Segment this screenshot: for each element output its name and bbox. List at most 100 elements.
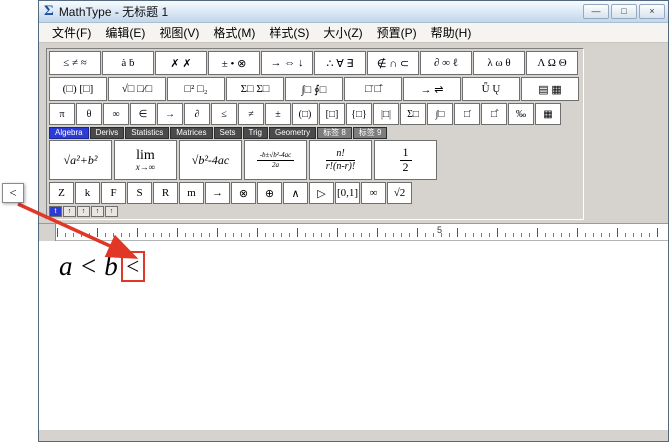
toolbar-tab[interactable]: Geometry	[269, 127, 316, 139]
template-button-discriminant[interactable]: √b²-4ac	[179, 140, 242, 180]
template-button-sqrt-sum[interactable]: √a²+b²	[49, 140, 112, 180]
palette-button[interactable]: ∉ ∩ ⊂	[367, 51, 419, 75]
symbol-button[interactable]: →	[205, 182, 230, 204]
template-button-quadratic-formula[interactable]: -b±√b²-4ac 2a	[244, 140, 307, 180]
toolbar-tab[interactable]: Statistics	[125, 127, 169, 139]
template-button-one-half[interactable]: 1 2	[374, 140, 437, 180]
symbol-button[interactable]: ±	[265, 103, 291, 125]
template-label: √b²-4ac	[192, 153, 230, 168]
symbol-button[interactable]: Σ□	[400, 103, 426, 125]
ruler-origin-box[interactable]	[39, 224, 56, 241]
template-palette-row: (□) [□]√□ □⁄□□² □₂Σ□ Σ□∫□ ∮□□̄ □̂→ ⇌Ǖ Ų▤…	[49, 77, 581, 101]
small-nav-button[interactable]: ↑	[63, 206, 76, 217]
toolbar-tab[interactable]: Sets	[214, 127, 242, 139]
palette-button[interactable]: ∂ ∞ ℓ	[420, 51, 472, 75]
mathtype-logo-icon: Σ	[44, 4, 54, 19]
palette-button[interactable]: ∫□ ∮□	[285, 77, 343, 101]
symbol-button[interactable]: ∫□	[427, 103, 453, 125]
template-button-limit[interactable]: lim x→∞	[114, 140, 177, 180]
toolbar-tab[interactable]: 标签 9	[353, 127, 388, 139]
palette-button[interactable]: ± • ⊗	[208, 51, 260, 75]
equation-editing-area[interactable]: a < b <	[39, 241, 668, 429]
menu-item[interactable]: 预置(P)	[370, 22, 424, 43]
palette-button[interactable]: → ⇌	[403, 77, 461, 101]
symbol-button[interactable]: [0,1]	[335, 182, 360, 204]
symbol-button[interactable]: ≠	[238, 103, 264, 125]
small-nav-button[interactable]: t	[49, 206, 62, 217]
symbol-button[interactable]: k	[75, 182, 100, 204]
palette-button[interactable]: (□) [□]	[49, 77, 107, 101]
symbol-button[interactable]: □̇	[454, 103, 480, 125]
symbol-button[interactable]: π	[49, 103, 75, 125]
symbol-button[interactable]: ∧	[283, 182, 308, 204]
window-title: MathType - 无标题 1	[59, 3, 583, 20]
symbol-button[interactable]: □̂	[481, 103, 507, 125]
palette-button[interactable]: Λ Ω Θ	[526, 51, 578, 75]
template-label: 1 2	[400, 146, 412, 175]
symbol-button[interactable]: ∞	[361, 182, 386, 204]
toolbar-tab[interactable]: 标签 8	[317, 127, 352, 139]
minimize-button[interactable]: —	[583, 4, 609, 19]
maximize-button[interactable]: □	[611, 4, 637, 19]
small-nav-button[interactable]: ↑	[91, 206, 104, 217]
palette-button[interactable]: ▤ ▦	[521, 77, 579, 101]
symbol-button[interactable]: S	[127, 182, 152, 204]
symbol-button[interactable]: ▷	[309, 182, 334, 204]
symbol-button[interactable]: m	[179, 182, 204, 204]
dragged-symbol-box[interactable]: <	[2, 183, 24, 203]
menu-item[interactable]: 格式(M)	[206, 22, 262, 43]
symbol-button[interactable]: ≤	[211, 103, 237, 125]
symbol-button[interactable]: ∈	[130, 103, 156, 125]
symbol-button[interactable]: ⊕	[257, 182, 282, 204]
symbol-palette-row-1: ≤ ≠ ≈ȧ ḃ✗ ✗± • ⊗→ ⇔ ↓∴ ∀ ∃∉ ∩ ⊂∂ ∞ ℓλ ω …	[49, 51, 581, 75]
palette-button[interactable]: ≤ ≠ ≈	[49, 51, 101, 75]
palette-button[interactable]: Σ□ Σ□	[226, 77, 284, 101]
status-bar	[39, 429, 668, 441]
symbol-button[interactable]: ∂	[184, 103, 210, 125]
small-nav-button[interactable]: ↑	[105, 206, 118, 217]
mathtype-window: Σ MathType - 无标题 1 — □ × 文件(F)编辑(E)视图(V)…	[38, 0, 669, 442]
ruler-number: 5	[437, 225, 442, 235]
palette-button[interactable]: □̄ □̂	[344, 77, 402, 101]
palette-button[interactable]: ✗ ✗	[155, 51, 207, 75]
symbol-button[interactable]: θ	[76, 103, 102, 125]
symbol-button[interactable]: →	[157, 103, 183, 125]
palette-button[interactable]: Ǖ Ų	[462, 77, 520, 101]
menu-item[interactable]: 帮助(H)	[424, 22, 479, 43]
symbol-button[interactable]: Z	[49, 182, 74, 204]
symbol-button[interactable]: R	[153, 182, 178, 204]
close-button[interactable]: ×	[639, 4, 665, 19]
template-button-combination[interactable]: n! r!(n-r)!	[309, 140, 372, 180]
menu-item[interactable]: 大小(Z)	[316, 22, 369, 43]
fraction-denominator: 2	[400, 161, 412, 175]
palette-button[interactable]: ∴ ∀ ∃	[314, 51, 366, 75]
symbol-button[interactable]: {□}	[346, 103, 372, 125]
symbol-button[interactable]: (□)	[292, 103, 318, 125]
menu-item[interactable]: 视图(V)	[152, 22, 206, 43]
small-nav-button[interactable]: ↑	[77, 206, 90, 217]
toolbar-tab[interactable]: Matrices	[170, 127, 212, 139]
symbol-button[interactable]: √2	[387, 182, 412, 204]
palette-button[interactable]: √□ □⁄□	[108, 77, 166, 101]
symbol-button[interactable]: ⊗	[231, 182, 256, 204]
symbol-button[interactable]: F	[101, 182, 126, 204]
equation-line: a < b <	[59, 251, 145, 282]
palette-button[interactable]: ȧ ḃ	[102, 51, 154, 75]
ruler-major-ticks	[57, 228, 662, 237]
toolbar-tab[interactable]: Derivs	[90, 127, 125, 139]
title-bar[interactable]: Σ MathType - 无标题 1 — □ ×	[39, 1, 668, 23]
symbol-button[interactable]: [□]	[319, 103, 345, 125]
menu-item[interactable]: 文件(F)	[45, 22, 98, 43]
small-tab-nav-row: t↑↑↑↑	[49, 206, 581, 217]
menu-item[interactable]: 编辑(E)	[98, 22, 152, 43]
symbol-button[interactable]: |□|	[373, 103, 399, 125]
toolbar-tab[interactable]: Trig	[243, 127, 268, 139]
symbol-button[interactable]: ▦	[535, 103, 561, 125]
symbol-button[interactable]: ‰	[508, 103, 534, 125]
menu-item[interactable]: 样式(S)	[262, 22, 316, 43]
palette-button[interactable]: → ⇔ ↓	[261, 51, 313, 75]
palette-button[interactable]: λ ω θ	[473, 51, 525, 75]
toolbar-tab[interactable]: Algebra	[49, 127, 89, 139]
symbol-button[interactable]: ∞	[103, 103, 129, 125]
palette-button[interactable]: □² □₂	[167, 77, 225, 101]
